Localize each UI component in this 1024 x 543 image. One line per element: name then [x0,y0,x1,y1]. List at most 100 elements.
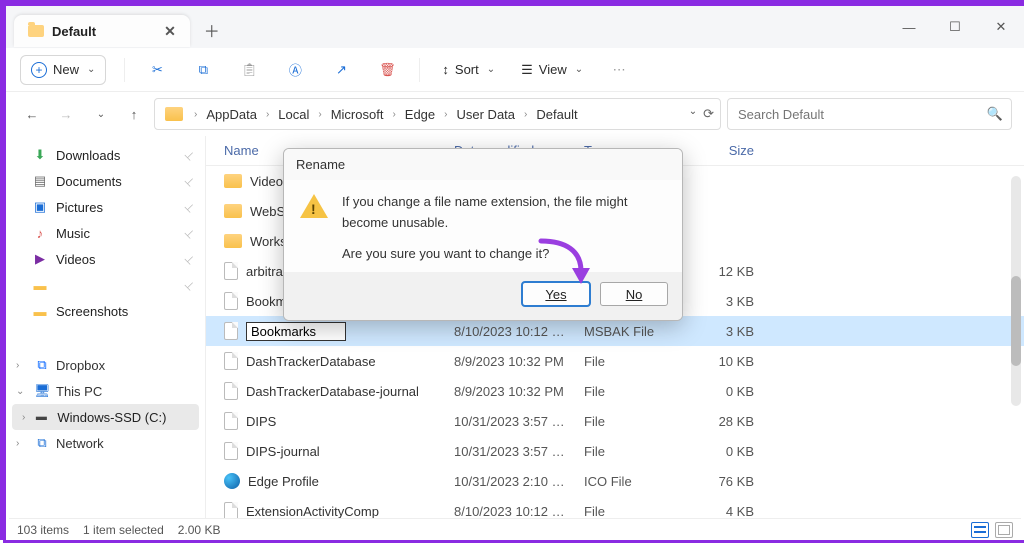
rename-input[interactable] [246,322,346,341]
sidebar-item[interactable]: ▤ Documents ⊥ [6,168,205,194]
dialog-message: If you change a file name extension, the… [342,192,666,264]
view-label: View [539,62,567,77]
more-button[interactable]: ⋯ [605,56,633,84]
file-date: 8/10/2023 10:12 … [454,504,584,519]
breadcrumb-seg[interactable]: Edge [403,107,437,122]
cut-button[interactable]: ✂ [143,56,171,84]
maximize-button[interactable]: ☐ [932,11,978,43]
breadcrumb-seg[interactable]: Microsoft [329,107,386,122]
file-type: File [584,384,694,399]
sidebar-item-drive[interactable]: › ▬ Windows-SSD (C:) [12,404,199,430]
file-icon [224,442,238,460]
details-view-toggle[interactable] [971,522,989,538]
address-dropdown[interactable]: ⌄ [689,106,697,122]
chevron-right-icon: › [263,109,272,120]
dialog-title: Rename [284,149,682,180]
sidebar: ⬇ Downloads ⊥▤ Documents ⊥▣ Pictures ⊥♪ … [6,136,206,518]
sidebar-icon: 🖥 [34,383,50,399]
rename-button[interactable]: Ⓐ [281,56,309,84]
breadcrumb-seg[interactable]: Local [276,107,311,122]
icons-view-toggle[interactable] [995,522,1013,538]
back-button[interactable]: ← [18,100,46,128]
up-button[interactable]: ↑ [120,100,148,128]
close-window-button[interactable]: ✕ [978,11,1024,43]
sort-button[interactable]: ↕ Sort ⌄ [438,62,499,77]
titlebar: Default ✕ ＋ — ☐ ✕ [6,6,1024,48]
paste-button[interactable]: 📋︎ [235,56,263,84]
sidebar-group[interactable]: › ⧉ Dropbox [6,352,205,378]
nav-row: ← → ⌄ ↑ › AppData › Local › Microsoft › … [6,92,1024,136]
file-row[interactable]: DIPS-journal 10/31/2023 3:57 … File 0 KB [206,436,1024,466]
file-date: 8/10/2023 10:12 … [454,324,584,339]
status-bar: 103 items 1 item selected 2.00 KB [9,518,1021,540]
file-type: MSBAK File [584,324,694,339]
forward-button[interactable]: → [52,100,80,128]
separator [124,58,125,82]
file-name: DashTrackerDatabase-journal [246,384,419,399]
sidebar-item[interactable]: ▬ ⊥ [6,272,205,298]
file-name: DIPS-journal [246,444,320,459]
new-button[interactable]: + New ⌄ [20,55,106,85]
yes-button[interactable]: Yes [522,282,590,306]
pin-icon: ⊥ [182,277,198,293]
sidebar-icon: ♪ [32,226,48,241]
chevron-down-icon: ⌄ [487,64,495,75]
file-size: 10 KB [694,354,754,369]
sidebar-item[interactable]: ♪ Music ⊥ [6,220,205,246]
close-tab-button[interactable]: ✕ [164,23,176,40]
sidebar-item[interactable]: ▬ Screenshots [6,298,205,324]
file-row[interactable]: DIPS 10/31/2023 3:57 … File 28 KB [206,406,1024,436]
refresh-button[interactable]: ⟳ [703,106,714,122]
file-row[interactable]: ExtensionActivityComp 8/10/2023 10:12 … … [206,496,1024,518]
sidebar-label: Music [56,226,90,241]
delete-button[interactable]: 🗑 [373,56,401,84]
file-size: 76 KB [694,474,754,489]
file-size: 28 KB [694,414,754,429]
view-icon: ☰ [521,62,533,78]
pin-icon: ⊥ [182,251,198,267]
breadcrumb-seg[interactable]: User Data [455,107,518,122]
sidebar-icon: ▬ [32,278,48,293]
breadcrumb-seg[interactable]: Default [534,107,579,122]
new-tab-button[interactable]: ＋ [198,16,226,44]
vertical-scrollbar[interactable] [1011,176,1021,406]
view-button[interactable]: ☰ View ⌄ [517,62,587,78]
copy-button[interactable]: ⧉ [189,56,217,84]
tab-title: Default [52,24,96,39]
file-icon [224,352,238,370]
no-button[interactable]: No [600,282,668,306]
pin-icon: ⊥ [182,199,198,215]
address-bar[interactable]: › AppData › Local › Microsoft › Edge › U… [154,98,721,130]
status-size: 2.00 KB [178,523,221,537]
minimize-button[interactable]: — [886,11,932,43]
sidebar-label: This PC [56,384,102,399]
active-tab[interactable]: Default ✕ [14,15,190,47]
file-row[interactable]: DashTrackerDatabase 8/9/2023 10:32 PM Fi… [206,346,1024,376]
sidebar-item-network[interactable]: › ⧉ Network [6,430,205,456]
file-size: 0 KB [694,444,754,459]
file-row[interactable]: DashTrackerDatabase-journal 8/9/2023 10:… [206,376,1024,406]
plus-circle-icon: + [31,62,47,78]
chevron-right-icon: › [315,109,324,120]
sidebar-group[interactable]: ⌄ 🖥 This PC [6,378,205,404]
scrollbar-thumb[interactable] [1011,276,1021,366]
file-size: 0 KB [694,384,754,399]
sidebar-item[interactable]: ⬇ Downloads ⊥ [6,142,205,168]
file-row[interactable]: Edge Profile 10/31/2023 2:10 … ICO File … [206,466,1024,496]
recent-button[interactable]: ⌄ [86,100,114,128]
share-button[interactable]: ↗ [327,56,355,84]
chevron-right-icon: › [191,109,200,120]
chevron-right-icon: › [16,438,28,449]
search-input[interactable] [736,106,987,123]
col-size[interactable]: Size [694,143,754,158]
search-icon[interactable]: 🔍 [987,106,1003,122]
sidebar-item[interactable]: ▣ Pictures ⊥ [6,194,205,220]
breadcrumb-seg[interactable]: AppData [204,107,259,122]
search-box[interactable]: 🔍 [727,98,1012,130]
file-size: 3 KB [694,324,754,339]
yes-label: Yes [545,287,566,302]
sidebar-label: Downloads [56,148,120,163]
folder-icon [28,25,44,37]
file-icon [224,412,238,430]
sidebar-item[interactable]: ▶ Videos ⊥ [6,246,205,272]
